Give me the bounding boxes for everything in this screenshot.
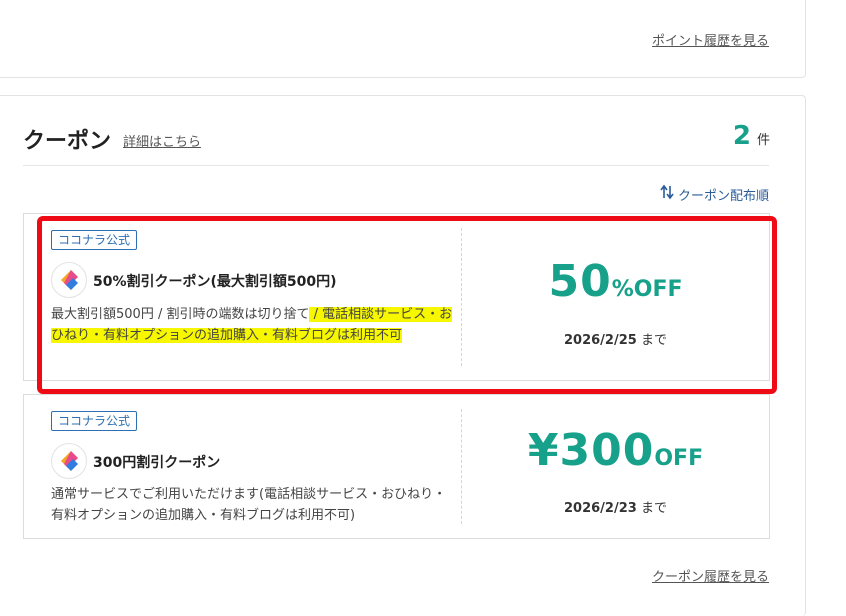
coupon-count-unit: 件	[756, 133, 770, 148]
coupon-description: 最大割引額500円 / 割引時の端数は切り捨て / 電話相談サービス・おひねり・…	[51, 304, 456, 346]
sort-button[interactable]: クーポン配布順	[660, 184, 769, 204]
official-badge: ココナラ公式	[51, 230, 138, 250]
discount-value: ¥300	[527, 425, 655, 476]
title-divider	[23, 165, 769, 166]
expiry: 2026/2/25 まで	[462, 329, 769, 348]
coupon-description-text: 通常サービスでご利用いただけます(電話相談サービス・おひねり・有料オプションの追…	[51, 487, 447, 523]
coconala-logo-icon	[51, 262, 87, 298]
official-badge: ココナラ公式	[51, 411, 138, 431]
discount-value: 50	[548, 256, 612, 307]
points-history-link[interactable]: ポイント履歴を見る	[652, 30, 769, 49]
coupon-item[interactable]: ココナラ公式 300円割引クーポン 通常サービスでご利用いただけます(電話相談サ…	[23, 394, 770, 539]
expiry-date: 2026/2/25	[564, 333, 637, 348]
sort-arrows-icon	[660, 184, 674, 204]
coupon-name: 300円割引クーポン	[93, 455, 221, 471]
discount-unit: %OFF	[611, 277, 683, 302]
coupon-count: 2件	[733, 121, 770, 151]
expiry-suffix: まで	[640, 501, 667, 516]
coupon-description-text: 最大割引額500円 / 割引時の端数は切り捨て	[51, 307, 310, 322]
coupon-count-number: 2	[732, 121, 751, 151]
expiry: 2026/2/23 まで	[462, 497, 769, 516]
coconala-logo-icon	[51, 443, 87, 479]
coupon-description: 通常サービスでご利用いただけます(電話相談サービス・おひねり・有料オプションの追…	[51, 484, 456, 526]
discount-amount: 50%OFF	[462, 256, 769, 307]
coupon-section-title: クーポン	[23, 129, 112, 154]
coupon-name: 50%割引クーポン(最大割引額500円)	[93, 274, 337, 290]
expiry-suffix: まで	[640, 333, 667, 348]
discount-unit: OFF	[654, 446, 704, 471]
details-link[interactable]: 詳細はこちら	[123, 131, 201, 150]
expiry-date: 2026/2/23	[564, 501, 637, 516]
coupon-item[interactable]: ココナラ公式 50%割引クーポン(最大割引額500円) 最大割引額500円 / …	[23, 213, 770, 381]
discount-amount: ¥300OFF	[462, 425, 769, 476]
sort-label: クーポン配布順	[677, 188, 769, 204]
coupon-history-link[interactable]: クーポン履歴を見る	[652, 566, 769, 585]
